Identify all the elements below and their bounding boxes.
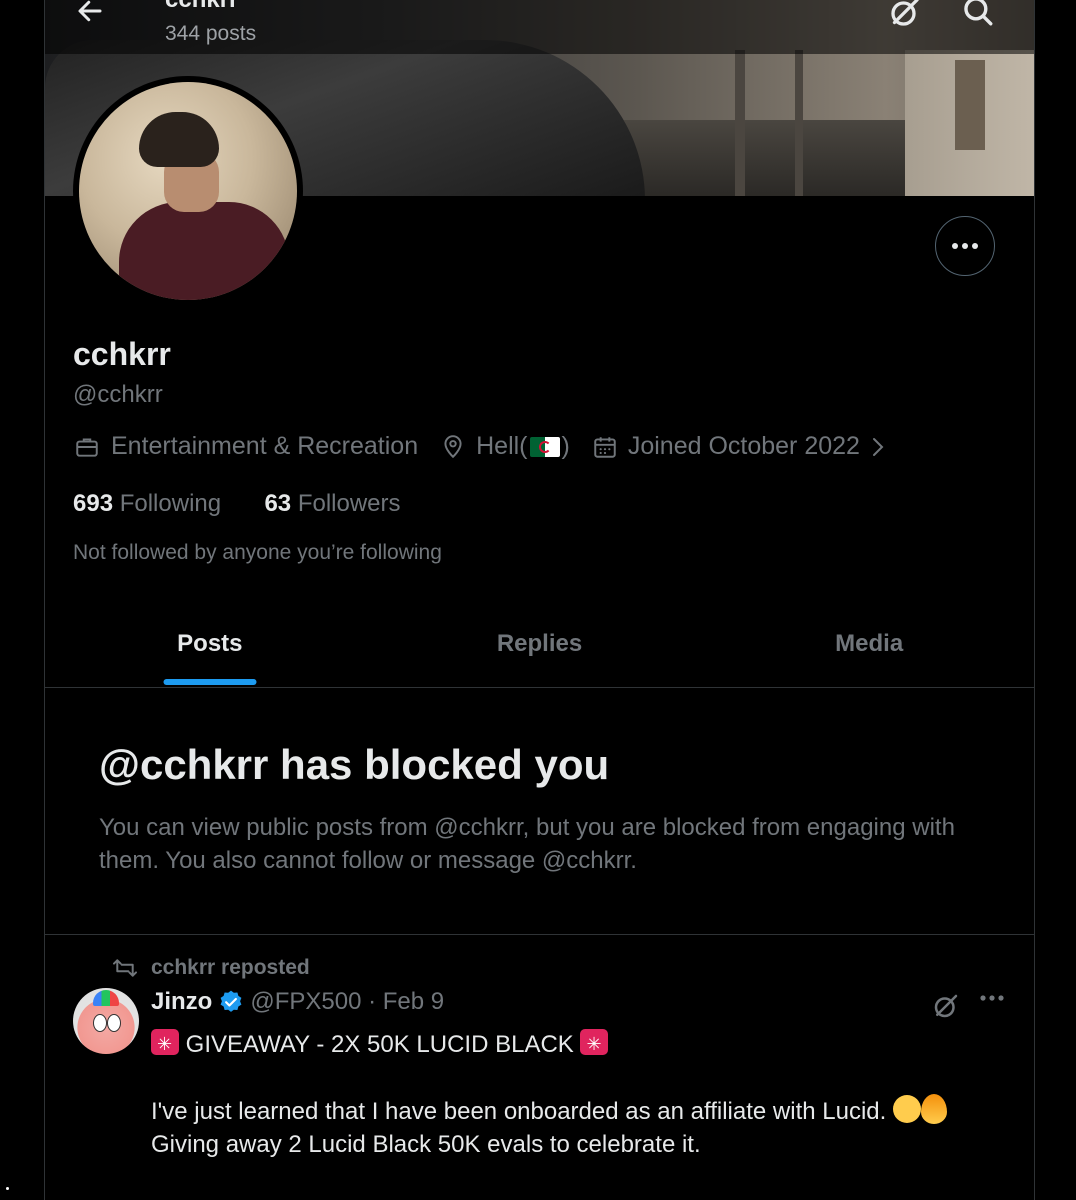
- post-line-2b: Giving away 2 Lucid Black 50K evals to c…: [151, 1131, 701, 1158]
- fire-emoji-icon: [920, 1094, 947, 1124]
- chevron-right-icon: [872, 437, 884, 456]
- tab-media[interactable]: Media: [704, 600, 1034, 687]
- verified-badge-icon: [220, 990, 242, 1012]
- follow-stats: 693 Following 63 Followers: [73, 490, 401, 518]
- grok-icon[interactable]: [887, 0, 923, 30]
- siren-emoji-icon: [580, 1028, 609, 1061]
- following-link[interactable]: 693 Following: [73, 490, 221, 517]
- post-more-icon[interactable]: [979, 994, 1005, 1002]
- edge-dot: [6, 1187, 9, 1190]
- joined-label: Joined October 2022: [627, 432, 860, 460]
- grok-icon[interactable]: [931, 991, 961, 1021]
- display-name: cchkrr: [73, 336, 171, 372]
- profile-handle: @cchkrr: [73, 381, 163, 408]
- more-icon: [952, 243, 978, 249]
- tab-replies[interactable]: Replies: [375, 600, 705, 687]
- briefcase-icon: [76, 437, 98, 457]
- calendar-icon: [594, 436, 616, 458]
- followers-link[interactable]: 63 Followers: [264, 490, 400, 517]
- not-followed-text: Not followed by anyone you’re following: [73, 541, 442, 564]
- location-prefix: Hell(: [476, 432, 528, 460]
- top-header: cchkrr 344 posts: [45, 0, 1034, 54]
- following-label: Following: [119, 490, 222, 517]
- repost-icon: [113, 959, 137, 977]
- following-count: 693: [73, 490, 114, 517]
- algeria-flag-icon: [529, 436, 560, 457]
- profile-column: cchkrr 344 posts cchkrr @cchkrr: [44, 0, 1035, 1200]
- post-item[interactable]: cchkrr reposted Jinzo @FPX500 · Feb 9 GI…: [45, 936, 1034, 1200]
- location-item: Hell( ): [440, 432, 570, 461]
- profile-tabs: Posts Replies Media: [45, 600, 1034, 688]
- search-icon[interactable]: [961, 0, 995, 28]
- active-tab-indicator: [163, 679, 257, 685]
- location-pin-icon: [444, 434, 462, 458]
- blocked-title: @cchkrr has blocked you: [99, 741, 610, 788]
- smiling-emoji-icon: [892, 1095, 921, 1123]
- profile-meta: Entertainment & Recreation Hell( ) Joine…: [73, 432, 920, 461]
- post-author-name[interactable]: Jinzo: [151, 988, 212, 1016]
- tab-media-label: Media: [835, 629, 904, 657]
- post-line-1: GIVEAWAY - 2X 50K LUCID BLACK: [179, 1031, 581, 1058]
- repost-indicator: cchkrr reposted: [111, 956, 310, 980]
- profile-avatar[interactable]: [73, 76, 303, 306]
- tab-posts[interactable]: Posts: [45, 600, 375, 687]
- tab-posts-label: Posts: [177, 629, 243, 657]
- header-post-count: 344 posts: [165, 22, 257, 45]
- repost-label[interactable]: cchkrr reposted: [151, 956, 310, 980]
- more-options-button[interactable]: [935, 216, 995, 276]
- back-arrow-icon[interactable]: [75, 0, 105, 26]
- post-body: GIVEAWAY - 2X 50K LUCID BLACK I've just …: [151, 1028, 1011, 1194]
- blocked-message: You can view public posts from @cchkrr, …: [99, 814, 955, 874]
- followers-count: 63: [264, 490, 292, 517]
- post-author-handle-date[interactable]: @FPX500 · Feb 9: [250, 988, 444, 1016]
- siren-emoji-icon: [151, 1028, 179, 1061]
- post-header: Jinzo @FPX500 · Feb 9: [151, 988, 444, 1016]
- location-suffix: ): [561, 432, 570, 460]
- followers-label: Followers: [297, 490, 401, 517]
- category-label: Entertainment & Recreation: [111, 432, 419, 460]
- tab-replies-label: Replies: [496, 629, 583, 657]
- blocked-notice: @cchkrr has blocked you You can view pub…: [45, 689, 1034, 935]
- header-title: cchkrr: [165, 0, 238, 14]
- post-line-2a: I've just learned that I have been onboa…: [151, 1098, 893, 1125]
- joined-item[interactable]: Joined October 2022: [592, 432, 898, 461]
- category-item: Entertainment & Recreation: [73, 432, 418, 461]
- post-author-avatar[interactable]: [73, 988, 139, 1054]
